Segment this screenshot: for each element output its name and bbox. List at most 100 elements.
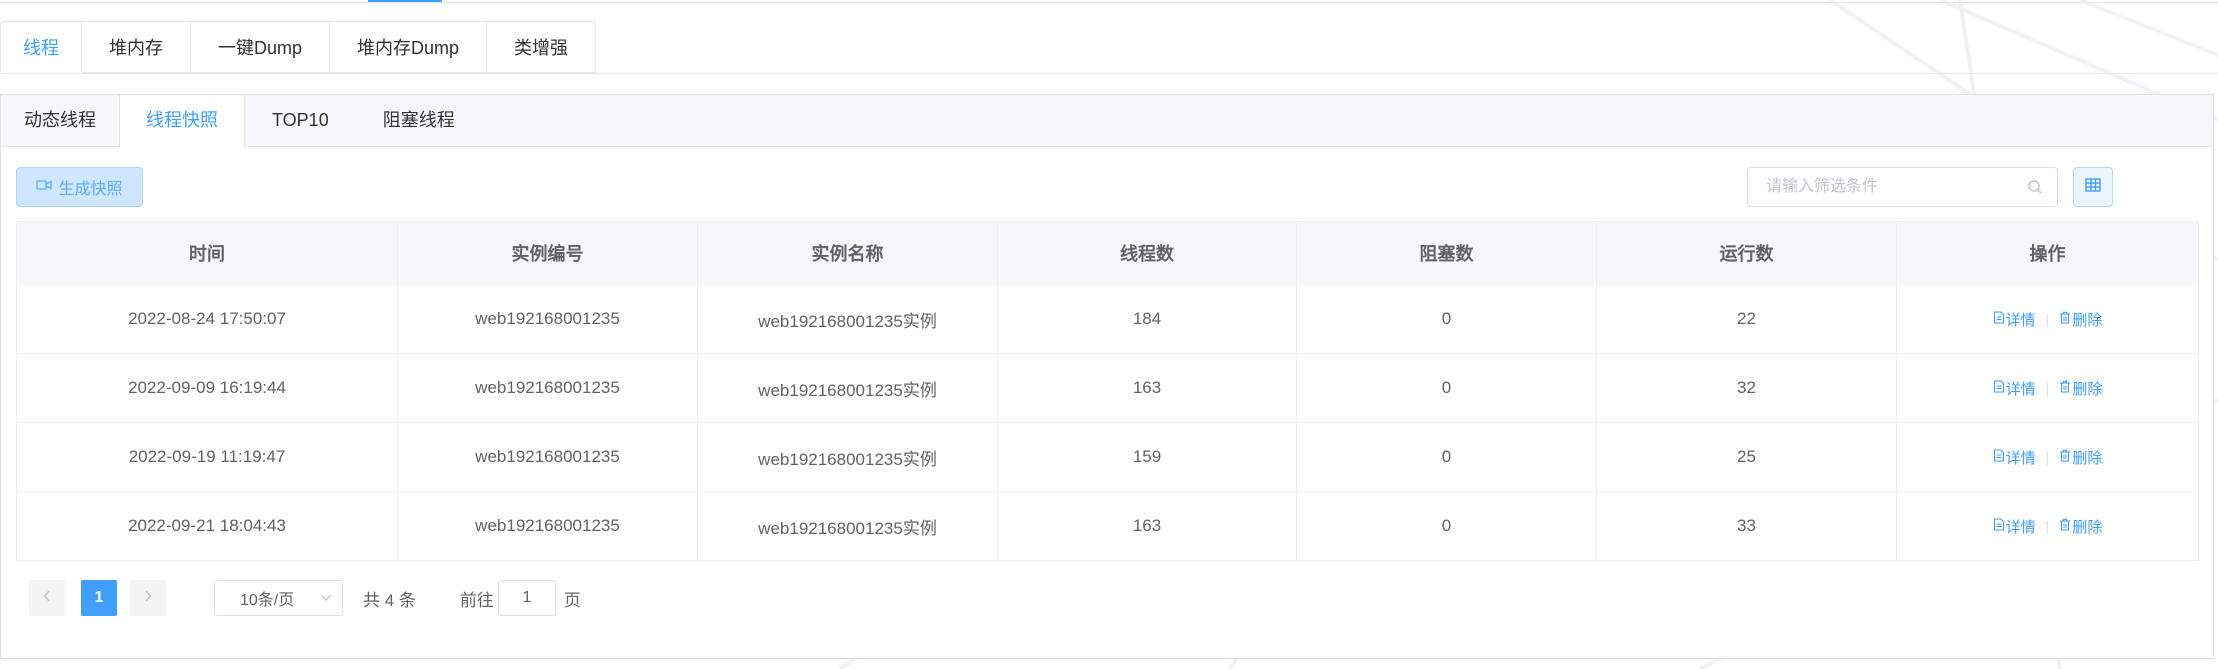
action-separator: | — [2045, 379, 2050, 396]
document-icon — [1993, 448, 2005, 466]
column-header-running: 运行数 — [1596, 221, 1897, 285]
tab-thread-snapshot[interactable]: 线程快照 — [119, 95, 245, 147]
video-camera-icon — [36, 178, 53, 196]
page-size-select[interactable]: 10条/页 — [214, 580, 343, 616]
tab-dynamic-thread[interactable]: 动态线程 — [1, 95, 119, 146]
column-header-actions: 操作 — [1896, 221, 2199, 285]
detail-button[interactable]: 详情 — [1993, 378, 2036, 399]
tab-class-enhance[interactable]: 类增强 — [487, 21, 597, 73]
page-suffix-label: 页 — [563, 590, 581, 610]
outer-tab-bar: 线程 堆内存 一键Dump 堆内存Dump 类增强 — [0, 21, 597, 74]
action-separator: | — [2045, 310, 2050, 327]
cell-instance-id: web192168001235 — [397, 491, 698, 561]
cell-instance-id: web192168001235 — [397, 422, 698, 492]
table-row: 2022-08-24 17:50:07 web192168001235 web1… — [16, 284, 2199, 354]
cell-threads: 184 — [997, 284, 1297, 354]
delete-button[interactable]: 删除 — [2059, 516, 2102, 537]
detail-label: 详情 — [2005, 311, 2036, 329]
filter-field[interactable] — [1747, 167, 2058, 207]
cell-running: 33 — [1596, 491, 1897, 561]
detail-button[interactable]: 详情 — [1993, 447, 2036, 468]
column-header-threads: 线程数 — [997, 221, 1297, 285]
column-header-blocked: 阻塞数 — [1296, 221, 1597, 285]
delete-button[interactable]: 删除 — [2059, 378, 2102, 399]
action-separator: | — [2045, 517, 2050, 534]
cell-instance-name: web192168001235实例 — [697, 491, 998, 561]
cell-actions: 详情 | 删除 — [1896, 422, 2199, 492]
cell-blocked: 0 — [1296, 353, 1597, 423]
grid-icon — [2085, 177, 2101, 197]
detail-button[interactable]: 详情 — [1993, 516, 2036, 537]
column-header-instance-name: 实例名称 — [697, 221, 998, 285]
chevron-right-icon — [143, 588, 153, 608]
search-icon[interactable] — [2027, 179, 2043, 200]
next-page-button[interactable] — [130, 580, 166, 616]
document-icon — [1993, 310, 2005, 328]
cell-instance-name: web192168001235实例 — [697, 422, 998, 492]
trash-icon — [2059, 311, 2071, 328]
cell-time: 2022-08-24 17:50:07 — [16, 284, 398, 354]
cell-time: 2022-09-09 16:19:44 — [16, 353, 398, 423]
detail-label: 详情 — [2005, 449, 2036, 467]
tab-heap-dump[interactable]: 堆内存Dump — [330, 21, 488, 73]
cell-running: 32 — [1596, 353, 1897, 423]
cell-instance-name: web192168001235实例 — [697, 284, 998, 354]
delete-label: 删除 — [2072, 380, 2103, 398]
total-count: 共 4 条 — [363, 590, 416, 610]
trash-icon — [2059, 518, 2071, 535]
column-header-instance-id: 实例编号 — [397, 221, 698, 285]
cell-time: 2022-09-19 11:19:47 — [16, 422, 398, 492]
cell-time: 2022-09-21 18:04:43 — [16, 491, 398, 561]
delete-label: 删除 — [2072, 449, 2103, 467]
filter-input[interactable] — [1748, 168, 2036, 206]
snapshot-table: 时间 实例编号 实例名称 线程数 阻塞数 运行数 操作 2022-08-24 1… — [16, 221, 2199, 561]
delete-button[interactable]: 删除 — [2059, 309, 2102, 330]
cell-threads: 163 — [997, 491, 1297, 561]
cell-threads: 159 — [997, 422, 1297, 492]
detail-label: 详情 — [2005, 518, 2036, 536]
page-number-current[interactable]: 1 — [81, 580, 117, 616]
trash-icon — [2059, 380, 2071, 397]
table-row: 2022-09-19 11:19:47 web192168001235 web1… — [16, 422, 2199, 492]
cell-instance-id: web192168001235 — [397, 284, 698, 354]
document-icon — [1993, 379, 2005, 397]
table-row: 2022-09-21 18:04:43 web192168001235 web1… — [16, 491, 2199, 561]
delete-label: 删除 — [2072, 518, 2103, 536]
detail-label: 详情 — [2005, 380, 2036, 398]
page-size-value: 10条/页 — [240, 592, 295, 609]
generate-snapshot-label: 生成快照 — [58, 181, 123, 198]
top-divider — [0, 2, 2218, 3]
column-settings-button[interactable] — [2073, 167, 2113, 207]
inner-tab-bar: 动态线程 线程快照 TOP10 阻塞线程 — [1, 95, 482, 147]
cell-running: 25 — [1596, 422, 1897, 492]
cell-actions: 详情 | 删除 — [1896, 353, 2199, 423]
tab-blocked-thread[interactable]: 阻塞线程 — [356, 95, 482, 146]
generate-snapshot-button[interactable]: 生成快照 — [16, 167, 143, 207]
cell-actions: 详情 | 删除 — [1896, 491, 2199, 561]
detail-button[interactable]: 详情 — [1993, 309, 2036, 330]
thread-card: 动态线程 线程快照 TOP10 阻塞线程 生成快照 时间 实例编号 实例名称 — [0, 94, 2214, 659]
trash-icon — [2059, 449, 2071, 466]
delete-button[interactable]: 删除 — [2059, 447, 2102, 468]
prev-page-button[interactable] — [29, 580, 65, 616]
goto-label: 前往 — [459, 590, 494, 610]
chevron-down-icon — [320, 589, 332, 607]
pagination: 1 10条/页 共 4 条 前往 页 — [29, 580, 581, 616]
tab-one-click-dump[interactable]: 一键Dump — [191, 21, 331, 73]
cell-blocked: 0 — [1296, 491, 1597, 561]
cell-running: 22 — [1596, 284, 1897, 354]
delete-label: 删除 — [2072, 311, 2103, 329]
cell-threads: 163 — [997, 353, 1297, 423]
tab-heap-memory[interactable]: 堆内存 — [82, 21, 191, 73]
tab-thread[interactable]: 线程 — [0, 21, 82, 73]
cell-actions: 详情 | 删除 — [1896, 284, 2199, 354]
cell-instance-name: web192168001235实例 — [697, 353, 998, 423]
document-icon — [1993, 517, 2005, 535]
table-row: 2022-09-09 16:19:44 web192168001235 web1… — [16, 353, 2199, 423]
cell-blocked: 0 — [1296, 284, 1597, 354]
tab-top10[interactable]: TOP10 — [245, 95, 356, 146]
table-header-row: 时间 实例编号 实例名称 线程数 阻塞数 运行数 操作 — [16, 221, 2199, 285]
action-separator: | — [2045, 448, 2050, 465]
goto-page-input[interactable] — [497, 580, 556, 616]
column-header-time: 时间 — [16, 221, 398, 285]
